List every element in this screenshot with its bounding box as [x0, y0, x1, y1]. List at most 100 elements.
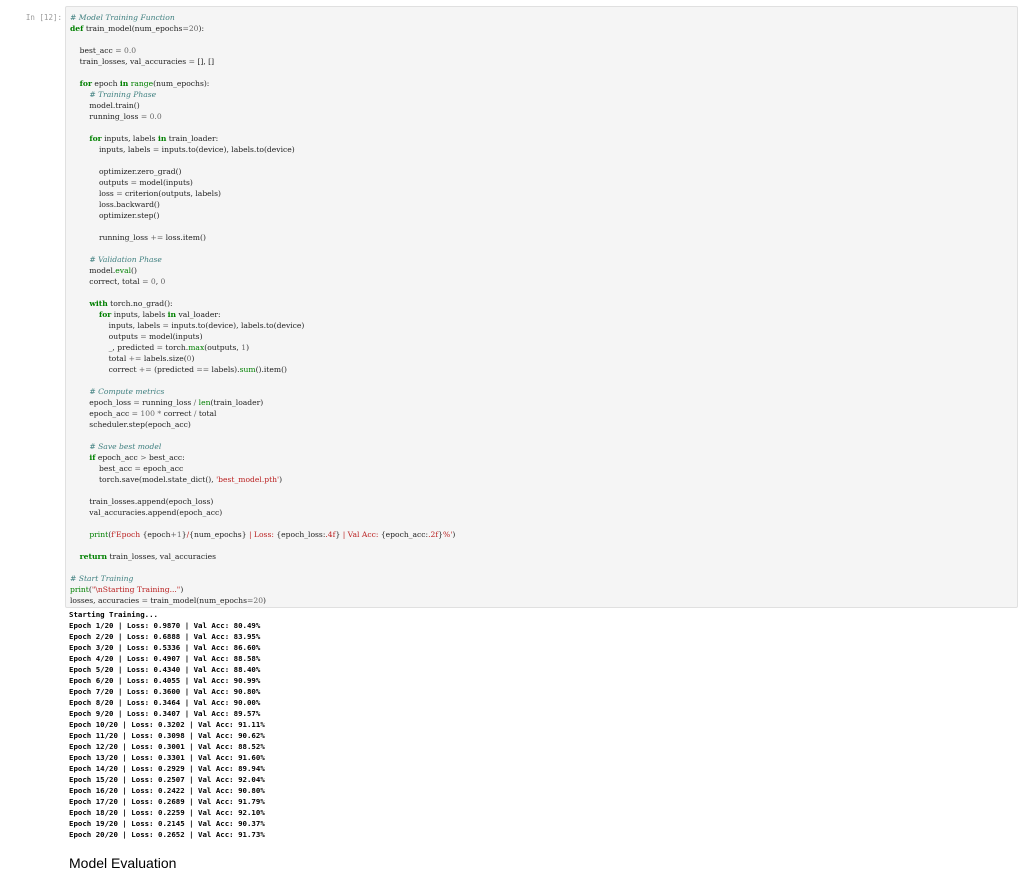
code-token: outputs	[70, 332, 141, 341]
output-line: Epoch 1/20 | Loss: 0.9870 | Val Acc: 80.…	[69, 621, 261, 630]
code-token: range	[130, 79, 154, 88]
code-line: return train_losses, val_accuracies	[70, 551, 455, 562]
cell-output: Starting Training... Epoch 1/20 | Loss: 0…	[69, 609, 265, 840]
code-token: correct, total	[70, 277, 143, 286]
code-token: best_acc	[70, 46, 116, 55]
code-token: total	[196, 409, 217, 418]
code-line: total += labels.size(0)	[70, 353, 455, 364]
code-line: correct, total = 0, 0	[70, 276, 455, 287]
code-token: total	[70, 354, 129, 363]
code-line: best_acc = 0.0	[70, 45, 455, 56]
code-token: labels.size(	[141, 354, 187, 363]
code-token: sum	[239, 365, 256, 374]
output-line: Epoch 15/20 | Loss: 0.2507 | Val Acc: 92…	[69, 775, 265, 784]
output-line: Epoch 2/20 | Loss: 0.6888 | Val Acc: 83.…	[69, 632, 261, 641]
code-token: inputs, labels	[70, 145, 153, 154]
code-token: ==	[196, 365, 210, 374]
code-token: )	[452, 530, 456, 539]
code-token: model.train()	[70, 101, 140, 110]
code-line: inputs, labels = inputs.to(device), labe…	[70, 320, 455, 331]
output-line: Epoch 8/20 | Loss: 0.3464 | Val Acc: 90.…	[69, 698, 261, 707]
code-line: train_losses.append(epoch_loss)	[70, 496, 455, 507]
code-token: train_loader:	[166, 134, 219, 143]
cell-prompt: In [12]:	[25, 13, 62, 22]
code-token: running_loss	[70, 233, 151, 242]
code-token: best_acc	[70, 464, 135, 473]
code-token: [], []	[194, 57, 215, 66]
code-line: for inputs, labels in val_loader:	[70, 309, 455, 320]
code-line: model.train()	[70, 100, 455, 111]
code-token: epoch	[92, 79, 120, 88]
code-token: (predicted	[151, 365, 197, 374]
code-token: correct	[161, 409, 194, 418]
code-line: # Model Training Function	[70, 12, 455, 23]
code-line: model.eval()	[70, 265, 455, 276]
code-token: in	[167, 310, 177, 319]
code-token: best_acc:	[146, 453, 185, 462]
code-token: 0.0	[121, 46, 137, 55]
code-line: print("\nStarting Training...")	[70, 584, 455, 595]
code-editor[interactable]: # Model Training Function def train_model…	[65, 6, 1018, 608]
code-token: eval	[115, 266, 132, 275]
code-token: correct	[70, 365, 139, 374]
output-line: Epoch 4/20 | Loss: 0.4907 | Val Acc: 88.…	[69, 654, 261, 663]
code-token: ()	[131, 266, 137, 275]
code-line: scheduler.step(epoch_acc)	[70, 419, 455, 430]
code-token: epoch_acc	[95, 453, 141, 462]
code-token: torch.save(model.state_dict(),	[70, 475, 217, 484]
code-token: )	[191, 354, 195, 363]
code-line: with torch.no_grad():	[70, 298, 455, 309]
code-token: # Validation Phase	[89, 255, 162, 264]
output-line: Epoch 11/20 | Loss: 0.3098 | Val Acc: 90…	[69, 731, 265, 740]
code-token: # Training Phase	[89, 90, 157, 99]
code-token: for	[98, 310, 112, 319]
code-token: 'best_model.pth'	[216, 475, 280, 484]
code-token: for	[79, 79, 92, 88]
code-token: %'	[443, 530, 453, 539]
code-token: model(inputs)	[136, 178, 193, 187]
code-token: print	[70, 585, 89, 594]
code-token: 0	[160, 277, 166, 286]
code-token: max	[188, 343, 205, 352]
output-line: Epoch 12/20 | Loss: 0.3001 | Val Acc: 88…	[69, 742, 265, 751]
code-token: # Save best model	[89, 442, 162, 451]
code-token: scheduler.step(epoch_acc)	[70, 420, 191, 429]
code-token: # Model Training Function	[70, 13, 175, 22]
code-line: correct += (predicted == labels).sum().i…	[70, 364, 455, 375]
code-token: )	[180, 585, 184, 594]
code-token: 100	[138, 409, 155, 418]
code-token: for	[89, 134, 102, 143]
code-block[interactable]: # Model Training Function def train_model…	[70, 12, 455, 606]
code-line: train_losses, val_accuracies = [], []	[70, 56, 455, 67]
output-line: Epoch 5/20 | Loss: 0.4340 | Val Acc: 88.…	[69, 665, 261, 674]
code-line: for inputs, labels in train_loader:	[70, 133, 455, 144]
code-token: train_model(num_epochs	[83, 24, 183, 33]
output-line: Epoch 14/20 | Loss: 0.2929 | Val Acc: 89…	[69, 764, 265, 773]
code-token: {num_epochs}	[189, 530, 247, 539]
code-token: inputs, labels	[111, 310, 168, 319]
code-token: train_losses, val_accuracies	[70, 57, 189, 66]
code-token: 20	[253, 596, 264, 605]
code-line: loss.backward()	[70, 199, 455, 210]
code-line: optimizer.step()	[70, 210, 455, 221]
code-line: for epoch in range(num_epochs):	[70, 78, 455, 89]
code-token: inputs, labels	[70, 321, 163, 330]
